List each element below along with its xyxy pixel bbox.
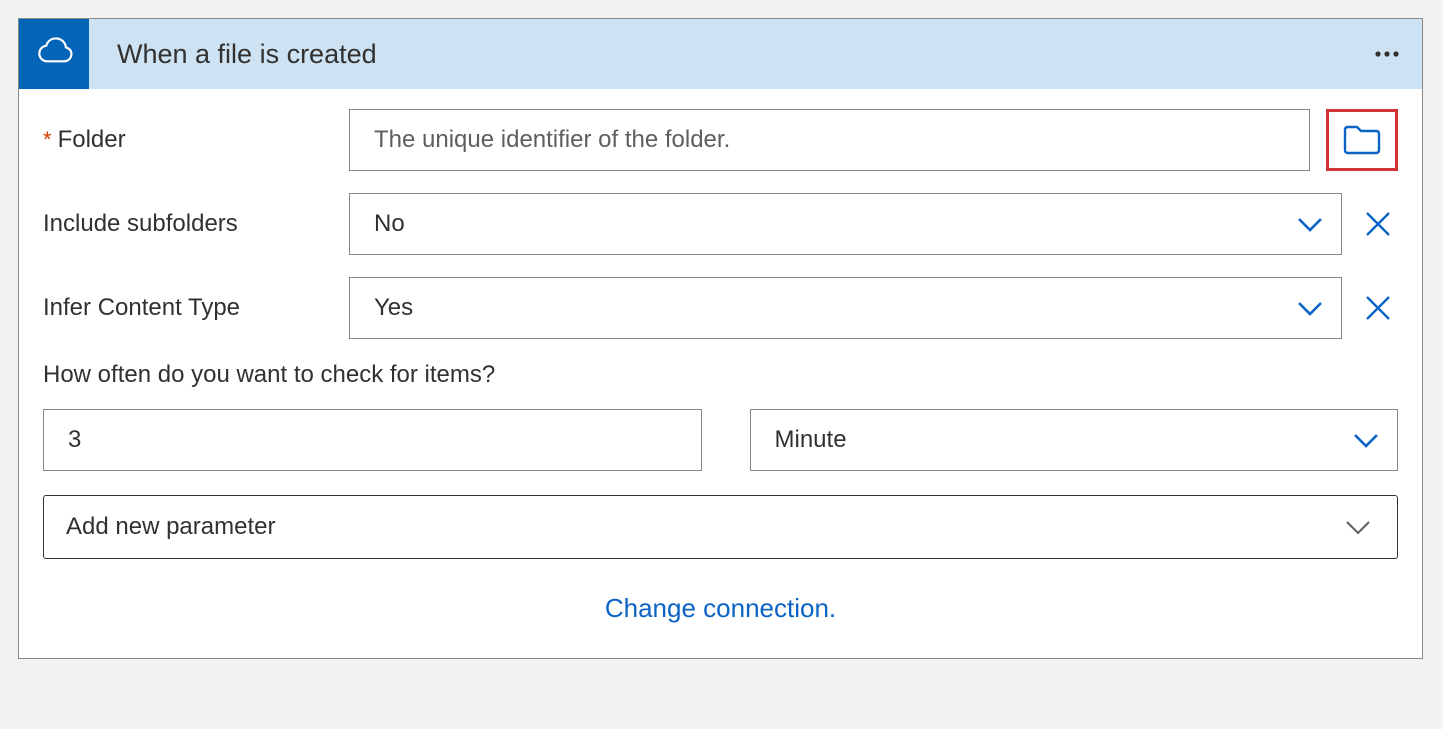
card-title: When a file is created [89, 39, 1352, 70]
polling-question: How often do you want to check for items… [43, 361, 1398, 389]
card-menu-button[interactable] [1352, 19, 1422, 89]
chevron-down-icon [1349, 423, 1383, 457]
infer-content-type-value: Yes [374, 294, 1293, 322]
onedrive-icon [19, 19, 89, 89]
infer-content-type-row: Infer Content Type Yes [43, 277, 1398, 339]
chevron-down-icon [1293, 207, 1327, 241]
remove-infer-content-type-button[interactable] [1358, 288, 1398, 328]
ellipsis-icon [1369, 36, 1405, 72]
infer-content-type-select[interactable]: Yes [349, 277, 1342, 339]
chevron-down-icon [1341, 510, 1375, 544]
polling-row: Minute [43, 409, 1398, 471]
interval-unit-select[interactable]: Minute [750, 409, 1399, 471]
infer-content-type-label: Infer Content Type [43, 294, 349, 322]
folder-input[interactable] [349, 109, 1310, 171]
include-subfolders-select[interactable]: No [349, 193, 1342, 255]
remove-include-subfolders-button[interactable] [1358, 204, 1398, 244]
include-subfolders-label: Include subfolders [43, 210, 349, 238]
folder-row: * Folder [43, 109, 1398, 171]
close-icon [1363, 293, 1393, 323]
include-subfolders-row: Include subfolders No [43, 193, 1398, 255]
card-body: * Folder Include subfolders No [19, 89, 1422, 658]
include-subfolders-value: No [374, 210, 1293, 238]
folder-icon [1342, 123, 1382, 157]
required-star: * [43, 127, 52, 153]
card-header: When a file is created [19, 19, 1422, 89]
folder-label-text: Folder [58, 126, 126, 154]
change-connection-link[interactable]: Change connection. [43, 583, 1398, 634]
trigger-card: When a file is created * Folder [18, 18, 1423, 659]
add-parameter-label: Add new parameter [66, 513, 1341, 541]
interval-unit-value: Minute [775, 426, 1350, 454]
close-icon [1363, 209, 1393, 239]
folder-label: * Folder [43, 126, 349, 154]
folder-picker-button[interactable] [1326, 109, 1398, 171]
interval-value-input[interactable] [43, 409, 702, 471]
chevron-down-icon [1293, 291, 1327, 325]
add-new-parameter-select[interactable]: Add new parameter [43, 495, 1398, 559]
